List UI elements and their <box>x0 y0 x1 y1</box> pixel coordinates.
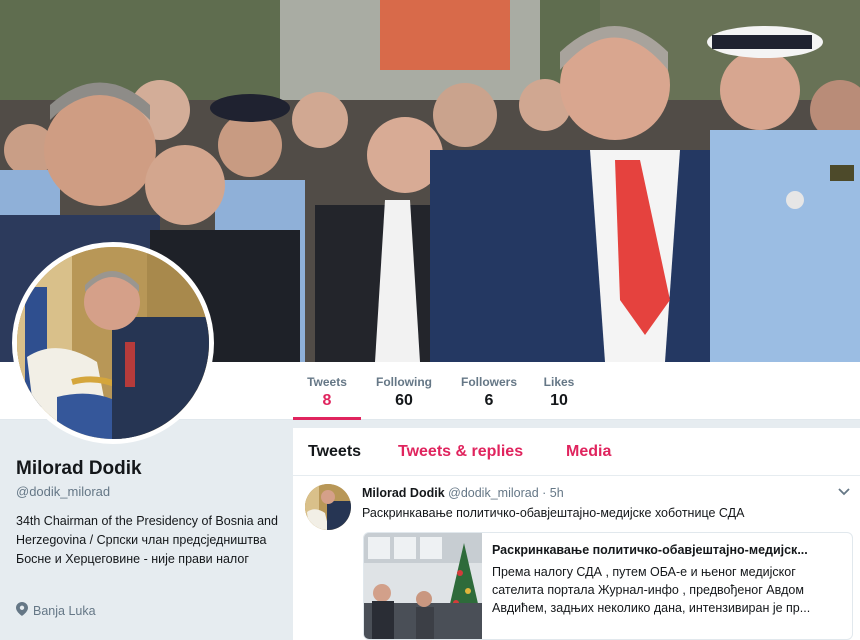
tab-media[interactable]: Media <box>566 443 611 461</box>
tweet-author[interactable]: Milorad Dodik <box>362 486 445 500</box>
stat-value: 10 <box>550 392 568 409</box>
location-pin-icon <box>16 602 28 619</box>
card-title: Раскринкавање политичко-обавјештајно-мед… <box>492 543 808 557</box>
tweet[interactable]: Milorad Dodik @dodik_milorad · 5h Раскри… <box>293 476 860 640</box>
stat-likes[interactable]: Likes 10 <box>536 362 582 420</box>
tweet-time[interactable]: 5h <box>550 486 564 500</box>
card-thumbnail <box>364 533 482 639</box>
stat-value: 60 <box>395 392 413 409</box>
stat-label: Likes <box>543 375 575 389</box>
timeline: Tweets Tweets & replies Media Milorad Do… <box>293 428 860 640</box>
tweet-separator: · <box>542 486 547 500</box>
tab-tweets[interactable]: Tweets <box>308 443 361 461</box>
timeline-tabs: Tweets Tweets & replies Media <box>293 428 860 476</box>
stat-label: Tweets <box>307 375 347 389</box>
chevron-down-icon[interactable] <box>838 485 850 499</box>
stat-value: 8 <box>322 392 332 409</box>
stat-value: 6 <box>484 392 494 409</box>
stat-following[interactable]: Following 60 <box>368 362 440 420</box>
stat-label: Followers <box>460 375 517 389</box>
tweet-header: Milorad Dodik @dodik_milorad · 5h <box>362 486 564 500</box>
profile-bio: 34th Chairman of the Presidency of Bosni… <box>16 514 278 566</box>
profile-location: Banja Luka <box>16 602 96 619</box>
tweet-text: Раскринкавање политичко-обавјештајно-мед… <box>362 506 745 520</box>
tweet-avatar[interactable] <box>305 484 351 530</box>
profile-name[interactable]: Milorad Dodik <box>16 458 142 480</box>
tweet-handle[interactable]: @dodik_milorad <box>448 486 539 500</box>
location-text: Banja Luka <box>33 603 96 618</box>
tab-tweets-replies[interactable]: Tweets & replies <box>398 443 523 461</box>
profile-page: Tweets 8 Following 60 Followers 6 Likes … <box>0 0 860 640</box>
profile-card: Milorad Dodik @dodik_milorad 34th Chairm… <box>0 420 292 640</box>
profile-handle[interactable]: @dodik_milorad <box>16 484 110 499</box>
profile-avatar[interactable] <box>12 242 214 444</box>
stat-followers[interactable]: Followers 6 <box>454 362 524 420</box>
card-description: Према налогу СДА , путем ОБА-е и њеног м… <box>492 565 811 615</box>
link-card[interactable]: Раскринкавање политичко-обавјештајно-мед… <box>363 532 853 640</box>
stat-tweets[interactable]: Tweets 8 <box>293 362 361 420</box>
stat-label: Following <box>376 375 432 389</box>
